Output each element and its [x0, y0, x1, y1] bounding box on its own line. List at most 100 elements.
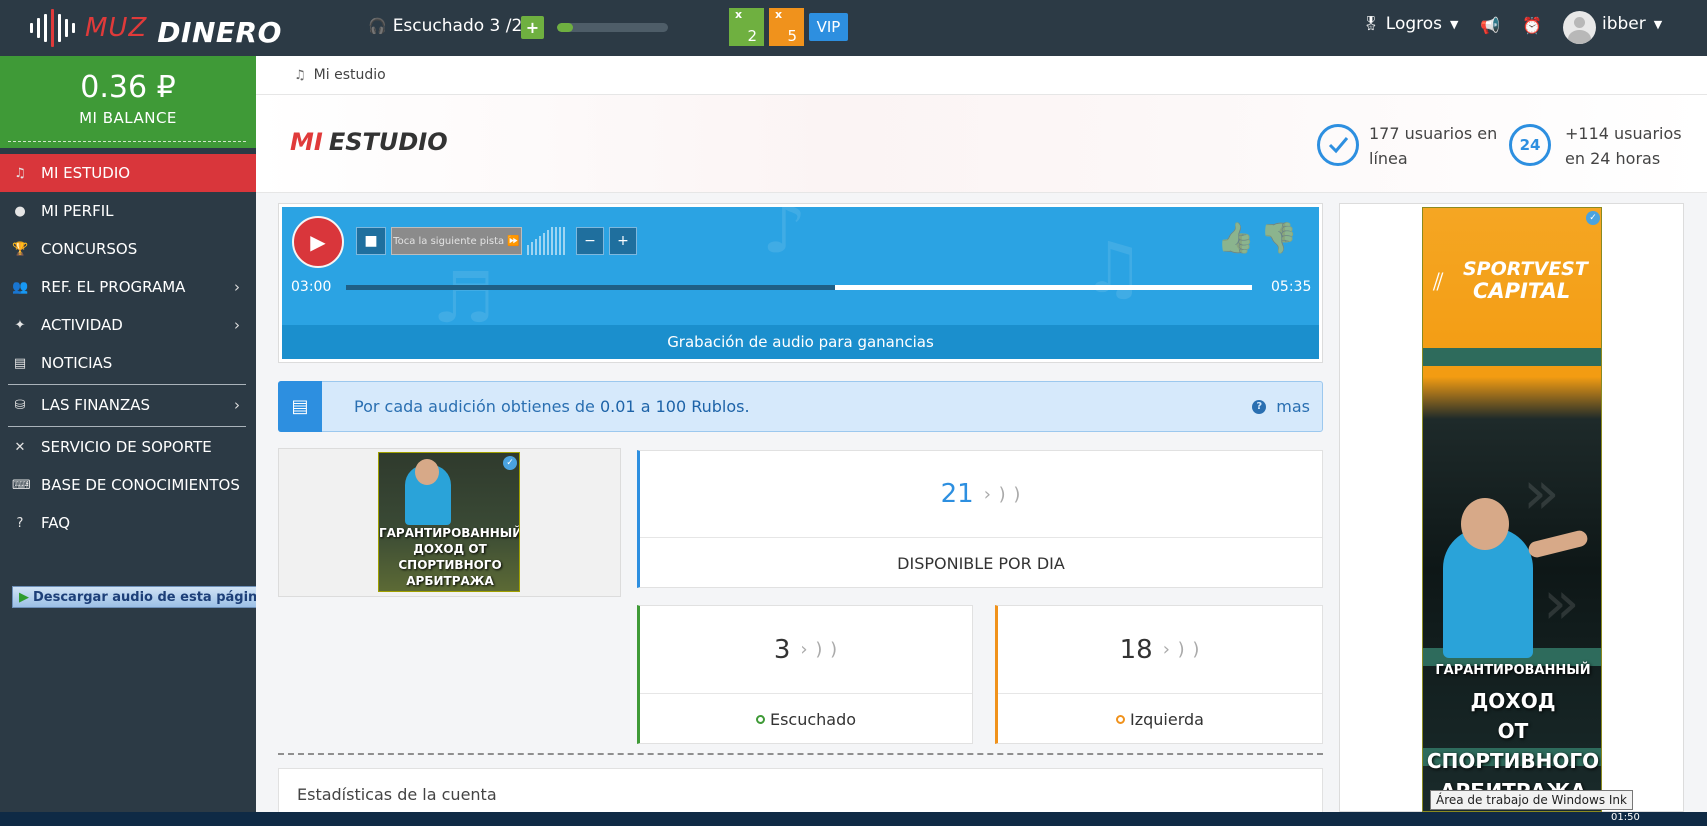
thumbs-down-icon[interactable]: 👎	[1260, 221, 1297, 256]
remaining-label: Izquierda	[1130, 710, 1204, 729]
time-current: 03:00	[291, 279, 332, 295]
download-audio-label: Descargar audio de esta página	[33, 589, 267, 605]
breadcrumb: ♫ Mi estudio	[256, 56, 1707, 95]
sound-waves-icon: › ) )	[800, 639, 839, 660]
tools-icon: ✕	[14, 439, 26, 455]
windows-taskbar: 01:50	[0, 812, 1707, 826]
balance-divider	[8, 141, 246, 142]
breadcrumb-item[interactable]: Mi estudio	[314, 67, 386, 83]
listened-card: 3 › ) ) Escuchado	[637, 605, 973, 744]
multiplier-orange-value: 5	[787, 27, 797, 45]
multiplier-green-badge[interactable]: x 2	[729, 8, 764, 46]
balance-label: MI BALANCE	[79, 109, 177, 127]
avatar[interactable]	[1563, 11, 1596, 44]
day-24-icon: 24	[1509, 124, 1551, 166]
sidebar-item-mi-perfil[interactable]: ● MI PERFIL	[0, 192, 256, 230]
volume-bars-icon[interactable]	[527, 227, 565, 255]
sidebar-item-mi-estudio[interactable]: ♫ MI ESTUDIO	[0, 154, 256, 192]
check-icon: ✓	[503, 456, 517, 470]
megaphone-icon[interactable]: 📢	[1480, 16, 1500, 35]
play-button[interactable]: ▶	[292, 216, 344, 268]
section-divider	[278, 753, 1323, 755]
next-track-button[interactable]: Toca la siguiente pista ⏩	[391, 227, 522, 255]
stop-button[interactable]: ■	[356, 227, 386, 255]
music-note-icon: ♫	[294, 67, 306, 83]
question-icon: ?	[1252, 399, 1267, 414]
chevron-decor-icon: »	[1543, 568, 1580, 638]
available-per-day-card: 21 › ) ) DISPONIBLE POR DIA	[637, 450, 1323, 588]
download-audio-button[interactable]: ▶ Descargar audio de esta página	[12, 586, 276, 608]
logros-label: Logros	[1385, 14, 1443, 34]
sound-waves-icon: › ) )	[983, 483, 1022, 505]
check-icon: ✓	[1586, 211, 1600, 225]
logo-dinero-text: DINERO	[157, 15, 282, 49]
sidebar-item-label: MI PERFIL	[41, 202, 114, 220]
earnings-info-range: 0.01 a 100 Rublos.	[599, 397, 750, 416]
online-users-stat: 177 usuarios en línea	[1369, 121, 1497, 171]
document-icon: ▤	[278, 381, 322, 432]
logros-dropdown[interactable]: 🎖 Logros ▼	[1362, 14, 1459, 34]
sidebar-item-concursos[interactable]: 🏆 CONCURSOS	[0, 230, 256, 268]
sidebar-item-label: SERVICIO DE SOPORTE	[41, 438, 212, 456]
thumbs-up-icon[interactable]: 👍	[1217, 221, 1254, 256]
small-ad-banner[interactable]: ГАРАНТИРОВАННЫЙ ДОХОД ОТ СПОРТИВНОГО АРБ…	[378, 452, 520, 592]
large-ad-line2: ДОХОД	[1470, 689, 1556, 713]
sidebar-item-label: REF. EL PROGRAMA	[41, 278, 186, 296]
sidebar-item-soporte[interactable]: ✕ SERVICIO DE SOPORTE	[0, 428, 256, 466]
multiplier-x-label: x	[775, 8, 783, 21]
ad-stripe	[1423, 348, 1601, 366]
player-progress-fill	[346, 285, 836, 290]
remaining-card-top: 18 › ) )	[998, 606, 1322, 694]
alarm-icon[interactable]: ⏰	[1522, 16, 1542, 35]
listened-count: 3	[773, 634, 791, 665]
sportvest-brand: SPORTVEST CAPITAL	[1433, 258, 1588, 302]
balance-panel[interactable]: 0.36 ₽ MI BALANCE	[0, 56, 256, 148]
vip-button[interactable]: VIP	[809, 13, 848, 41]
music-note-bg-icon: ♪	[762, 207, 807, 269]
brand-line2: CAPITAL	[1473, 279, 1571, 303]
sidebar-item-noticias[interactable]: ▤ NOTICIAS	[0, 344, 256, 382]
sidebar-item-actividad[interactable]: ✦ ACTIVIDAD ›	[0, 306, 256, 344]
multiplier-orange-badge[interactable]: x 5	[769, 8, 804, 46]
taskbar-clock: 01:50	[1611, 812, 1640, 823]
newspaper-icon: ▤	[13, 355, 27, 371]
users-icon: 👥	[12, 279, 29, 295]
sparkle-icon: ✦	[14, 317, 26, 333]
daily-users-line2: en 24 horas	[1565, 149, 1661, 168]
sidebar-divider	[8, 384, 246, 385]
large-ad-line4: СПОРТИВНОГО	[1426, 749, 1600, 773]
day-badge-label: 24	[1519, 136, 1541, 154]
sidebar-item-conocimientos[interactable]: ⌨ BASE DE CONOCIMIENTOS	[0, 466, 256, 504]
player-progress-bar[interactable]	[346, 285, 1252, 290]
sidebar-item-faq[interactable]: ? FAQ	[0, 504, 256, 542]
small-ad-text: ГАРАНТИРОВАННЫЙ ДОХОД ОТ СПОРТИВНОГО АРБ…	[379, 526, 520, 588]
chevron-right-icon: ›	[234, 316, 240, 334]
large-ad-banner[interactable]: ⫽ SPORTVEST CAPITAL » » ГАРАНТИРОВАННЫЙ …	[1422, 207, 1602, 812]
sidebar: 0.36 ₽ MI BALANCE ♫ MI ESTUDIO ● MI PERF…	[0, 56, 256, 812]
chevron-down-icon: ▼	[1653, 17, 1663, 31]
logo-muz-text: MUZ	[85, 13, 148, 43]
play-icon: ▶	[19, 589, 29, 605]
volume-up-button[interactable]: +	[609, 227, 637, 255]
volume-down-button[interactable]: −	[576, 227, 604, 255]
trophy-medal-icon: 🎖	[1362, 16, 1380, 32]
logo[interactable]: MUZ DINERO	[30, 6, 282, 50]
listened-progress-bar	[557, 23, 668, 32]
add-listens-button[interactable]: +	[521, 16, 544, 39]
earnings-info-box: ▤ Por cada audición obtienes de 0.01 a 1…	[278, 381, 1323, 432]
more-info-link[interactable]: ? mas	[1252, 397, 1310, 416]
player-caption: Grabación de audio para ganancias	[282, 325, 1319, 359]
page-title-accent: MI	[290, 128, 323, 156]
chevron-decor-icon: »	[1523, 458, 1560, 528]
sidebar-item-ref-programa[interactable]: 👥 REF. EL PROGRAMA ›	[0, 268, 256, 306]
earnings-info-prefix: Por cada audición obtienes de	[354, 397, 600, 416]
large-ad-line1: ГАРАНТИРОВАННЫЙ	[1435, 663, 1591, 678]
available-count: 21	[940, 479, 974, 509]
user-dropdown[interactable]: ibber ▼	[1602, 14, 1662, 34]
sidebar-item-label: LAS FINANZAS	[41, 396, 151, 414]
sidebar-item-finanzas[interactable]: ⛁ LAS FINANZAS ›	[0, 386, 256, 424]
online-users-line1: 177 usuarios en	[1369, 124, 1498, 143]
orange-dot-icon	[1116, 715, 1126, 724]
ad-referee-face	[415, 459, 439, 485]
sidebar-item-label: CONCURSOS	[41, 240, 138, 258]
